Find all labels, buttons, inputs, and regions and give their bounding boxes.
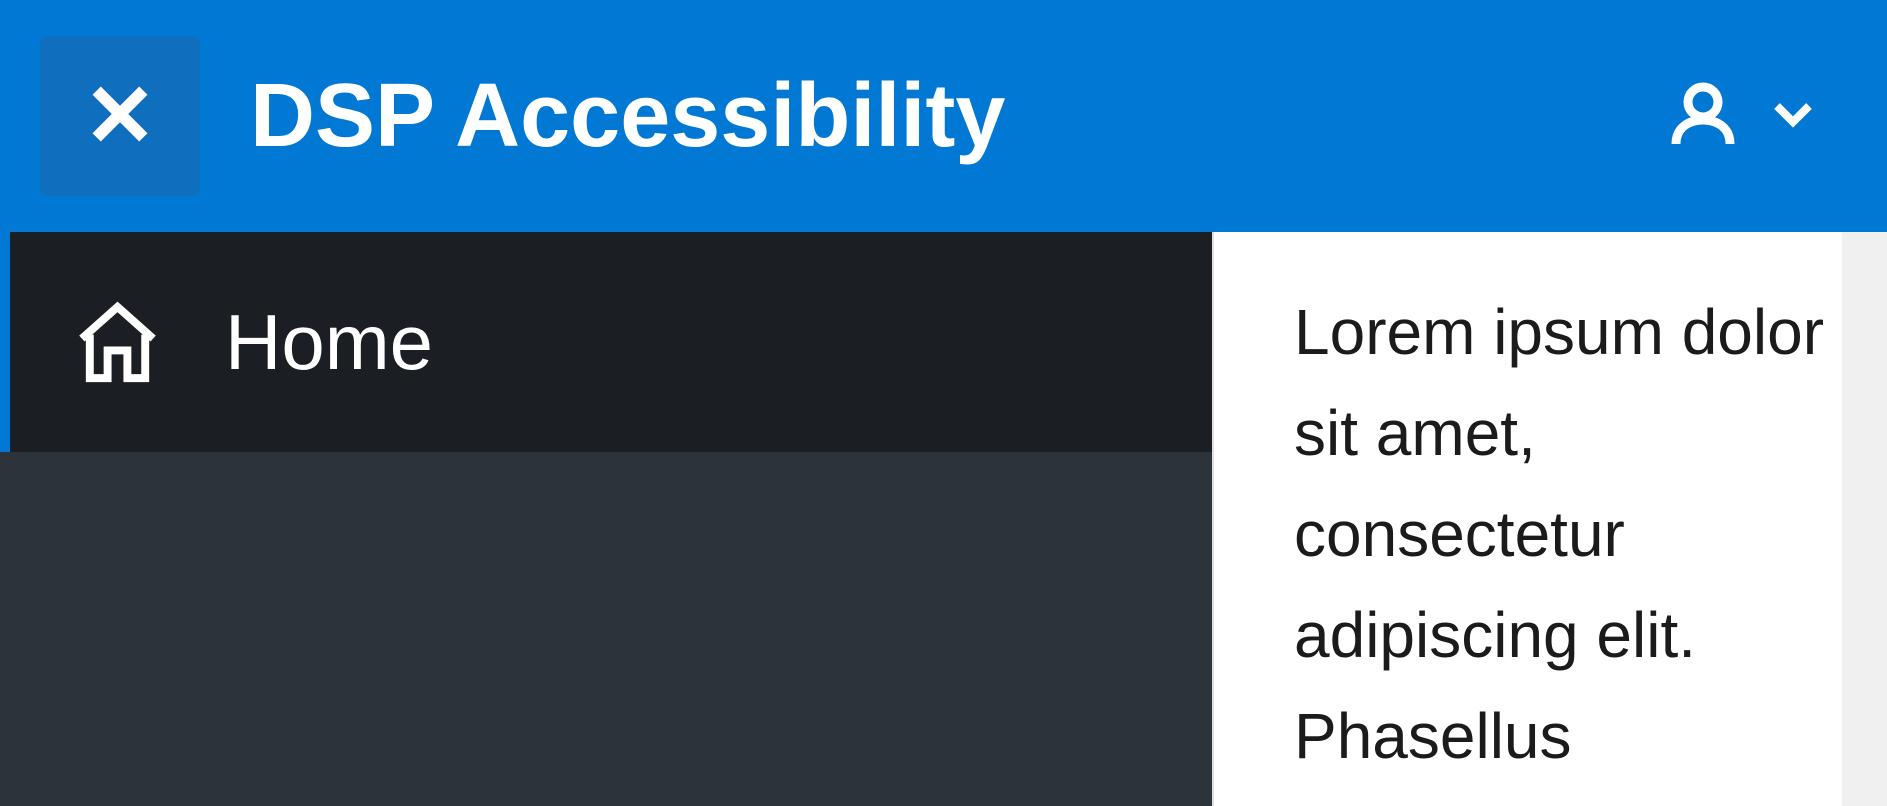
sidebar: Home xyxy=(0,232,1212,806)
main-content: Lorem ipsum dolor sit amet, consectetur … xyxy=(1212,232,1887,806)
app-title: DSP Accessibility xyxy=(250,65,1005,168)
body-text: Lorem ipsum dolor sit amet, consectetur … xyxy=(1294,282,1852,788)
user-menu-button[interactable] xyxy=(1667,78,1847,155)
scrollbar[interactable] xyxy=(1842,232,1887,806)
content-area: Home Lorem ipsum dolor sit amet, consect… xyxy=(0,232,1887,806)
sidebar-item-home[interactable]: Home xyxy=(0,232,1212,452)
close-button[interactable] xyxy=(40,36,200,196)
close-icon xyxy=(85,79,155,154)
home-icon xyxy=(70,295,165,390)
sidebar-item-label: Home xyxy=(225,297,433,388)
sidebar-spacer xyxy=(0,452,1212,806)
user-icon xyxy=(1667,78,1739,155)
chevron-down-icon xyxy=(1769,90,1817,143)
app-header: DSP Accessibility xyxy=(0,0,1887,232)
